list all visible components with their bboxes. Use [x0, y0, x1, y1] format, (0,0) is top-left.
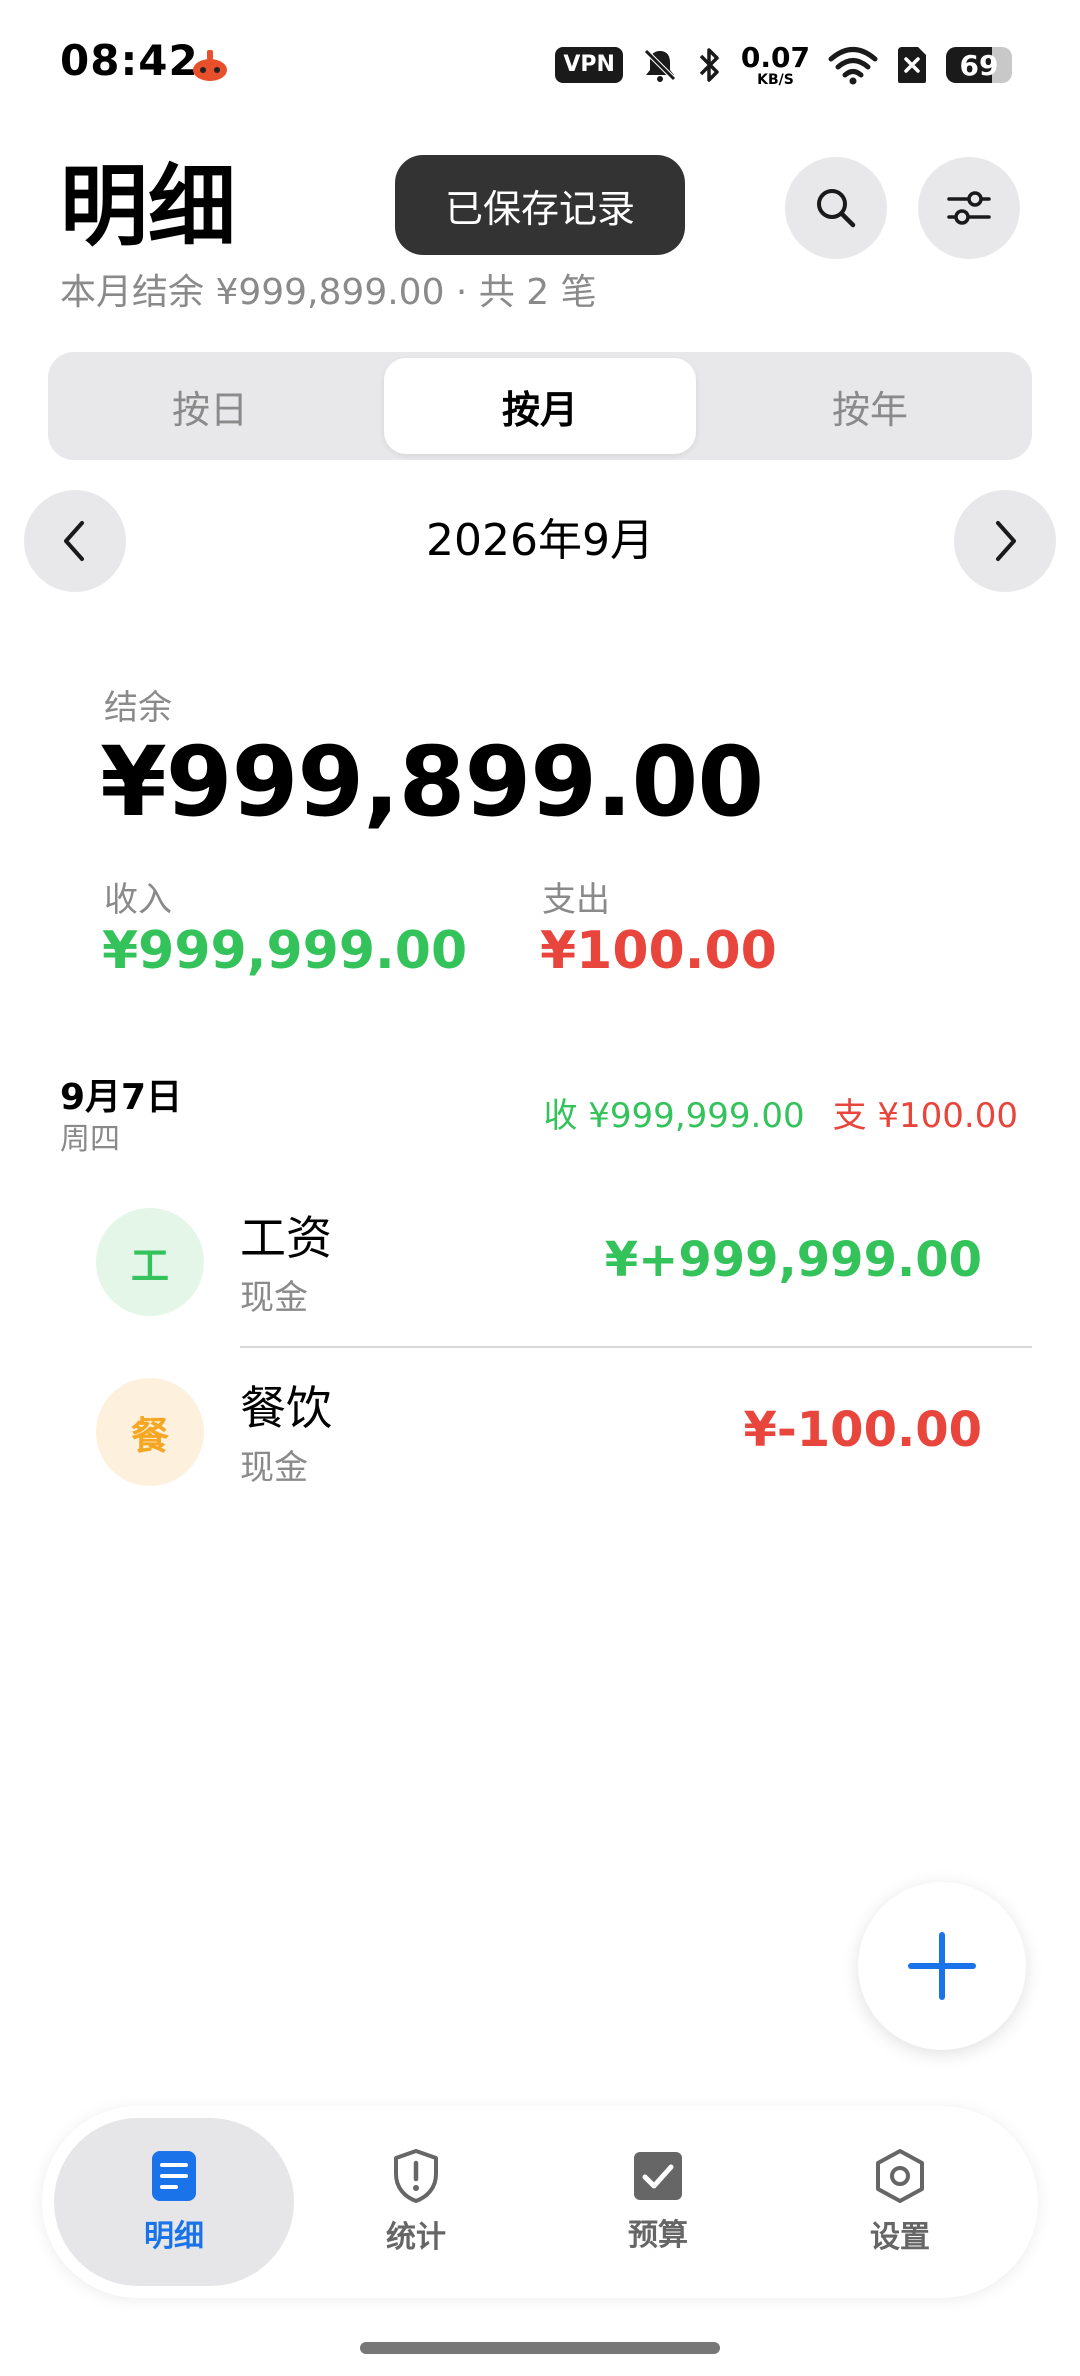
plus-icon: [908, 1932, 976, 2000]
battery-indicator: 69: [946, 47, 1012, 83]
filter-button[interactable]: [918, 157, 1020, 259]
tab-label: 统计: [386, 2220, 446, 2255]
day-group-totals: 收 ¥999,999.00 支 ¥100.00: [543, 1088, 1018, 1137]
battery-level-text: 69: [959, 48, 999, 82]
app-notification-icon: [193, 50, 227, 81]
transaction-row[interactable]: 工 工资 现金 ¥+999,999.00: [0, 1178, 1080, 1348]
transaction-category: 餐饮: [240, 1381, 332, 1435]
category-salary-icon: 工: [96, 1208, 204, 1316]
day-group-weekday: 周四: [60, 1122, 120, 1157]
network-speed: 0.07 KB/S: [740, 40, 810, 88]
segment-by-year[interactable]: 按年: [714, 358, 1026, 454]
balance-amount: ¥999,899.00: [100, 726, 764, 838]
income-label: 收入: [104, 880, 172, 920]
sim-disabled-icon: [898, 47, 926, 83]
previous-period-button[interactable]: [24, 490, 126, 592]
search-icon: [817, 189, 856, 228]
checkbox-icon: [634, 2152, 682, 2200]
network-speed-value: 0.07: [740, 40, 810, 74]
day-expense-total: 支 ¥100.00: [832, 1096, 1018, 1136]
expense-amount: ¥100.00: [540, 921, 777, 981]
saved-toast: 已保存记录: [395, 155, 685, 255]
page-subtitle: 本月结余 ¥999,899.00 · 共 2 笔: [60, 272, 597, 313]
transaction-row[interactable]: 餐 餐饮 现金 ¥-100.00: [0, 1348, 1080, 1518]
day-income-total: 收 ¥999,999.00: [543, 1096, 805, 1136]
tab-details[interactable]: 明细: [54, 2118, 294, 2286]
status-indicators: VPN 0.07 KB/S 69: [537, 40, 1012, 90]
period-segmented-control: 按日 按月 按年: [48, 352, 1032, 460]
period-label[interactable]: 2026年9月: [240, 506, 840, 576]
transaction-account: 现金: [240, 1448, 308, 1488]
status-time: 08:42: [60, 36, 199, 85]
vpn-badge: VPN: [555, 47, 623, 83]
tab-budget[interactable]: 预算: [538, 2118, 778, 2286]
shield-alert-icon: [394, 2149, 438, 2203]
home-indicator[interactable]: [360, 2342, 720, 2354]
transaction-amount: ¥+999,999.00: [604, 1232, 982, 1288]
tab-label: 预算: [628, 2218, 688, 2253]
bluetooth-icon: [699, 48, 719, 82]
search-button[interactable]: [785, 157, 887, 259]
transaction-category: 工资: [240, 1211, 332, 1265]
tab-statistics[interactable]: 统计: [296, 2118, 536, 2286]
next-period-button[interactable]: [954, 490, 1056, 592]
add-record-button[interactable]: [858, 1882, 1026, 2050]
transaction-account: 现金: [240, 1278, 308, 1318]
segment-by-day[interactable]: 按日: [54, 358, 366, 454]
chevron-left-icon: [64, 521, 84, 561]
transaction-amount: ¥-100.00: [743, 1402, 982, 1458]
tab-label: 明细: [144, 2219, 204, 2254]
day-group-date: 9月7日: [60, 1077, 183, 1118]
bell-muted-icon: [644, 49, 676, 82]
chevron-right-icon: [996, 521, 1016, 561]
tab-label: 设置: [870, 2220, 930, 2255]
category-dining-icon: 餐: [96, 1378, 204, 1486]
sliders-icon: [947, 191, 991, 225]
expense-label: 支出: [542, 880, 610, 920]
tab-settings[interactable]: 设置: [780, 2118, 1020, 2286]
wifi-icon: [828, 47, 878, 85]
page-title: 明细: [60, 155, 237, 258]
bottom-tab-bar: 明细 统计 预算 设置: [42, 2106, 1038, 2298]
hexagon-gear-icon: [876, 2149, 924, 2203]
income-amount: ¥999,999.00: [102, 921, 468, 981]
status-bar: 08:42 VPN 0.07 KB/S 69: [0, 0, 1080, 130]
network-speed-unit: KB/S: [757, 71, 794, 88]
segment-by-month[interactable]: 按月: [384, 358, 696, 454]
document-icon: [152, 2151, 196, 2201]
